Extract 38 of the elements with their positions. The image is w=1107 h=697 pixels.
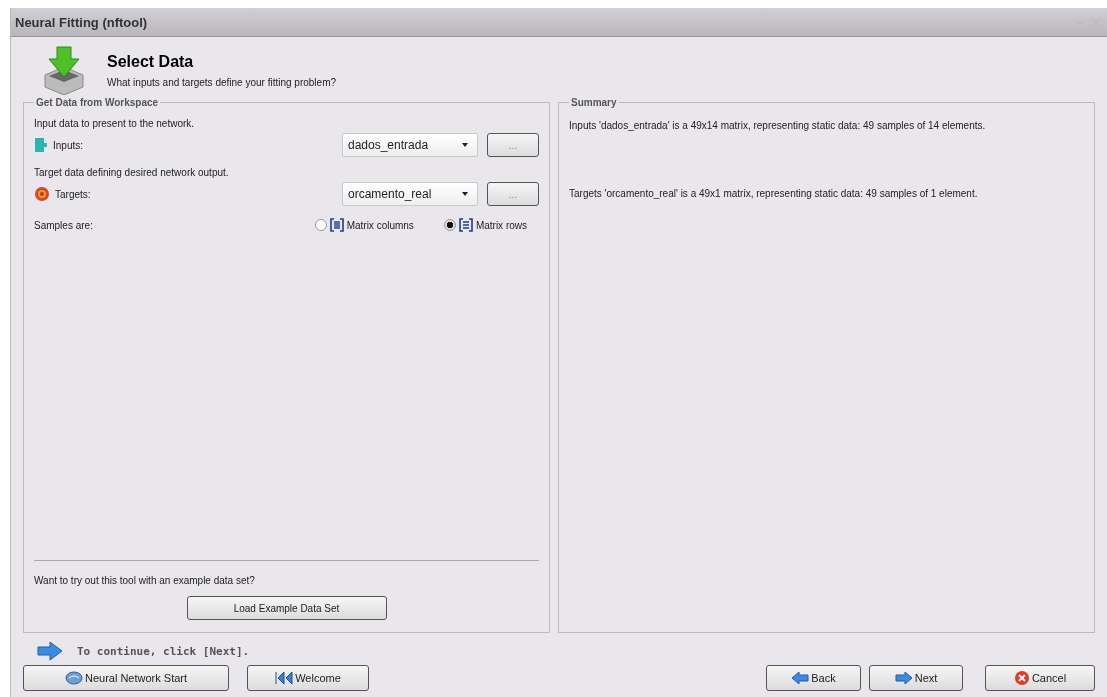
download-tray-icon <box>41 45 87 95</box>
field-label: Inputs: <box>53 139 84 151</box>
variable-dropdown[interactable]: orcamento_real <box>342 182 478 206</box>
right-arrow-icon <box>894 670 913 686</box>
skip-back-icon <box>275 670 294 686</box>
radio-button[interactable] <box>443 219 456 231</box>
panel-legend: Summary <box>569 97 619 108</box>
cancel-button[interactable]: Cancel <box>985 665 1095 691</box>
samples-label: Samples are: <box>34 219 93 231</box>
radio-button[interactable] <box>314 219 327 231</box>
left-arrow-icon <box>791 670 810 686</box>
rows-matrix-icon <box>458 218 473 232</box>
columns-matrix-icon <box>329 218 344 232</box>
page-subtitle: What inputs and targets define your fitting problem? <box>107 77 337 88</box>
radio-label: Matrix columns <box>346 219 414 231</box>
right-arrow-icon <box>37 641 63 661</box>
dropdown-caret-icon <box>461 191 469 197</box>
radio-label: Matrix rows <box>475 219 527 231</box>
hint-text: To continue, click [Next]. <box>77 644 250 658</box>
summary-text: Inputs 'dados_entrada' is a 49x14 matrix, representing static data: 49 samples of 14 elements. <box>569 120 987 131</box>
dropdown-caret-icon <box>461 142 469 148</box>
field-prompt: Target data defining desired network output. <box>34 167 230 178</box>
example-prompt: Want to try out this tool with an example data set? <box>34 575 256 586</box>
window-title: Neural Fitting (nftool) <box>15 14 148 30</box>
input-block-icon <box>34 137 48 153</box>
welcome-button[interactable]: Welcome <box>247 665 369 691</box>
summary-text: Targets 'orcamento_real' is a 49x1 matrix, representing static data: 49 samples of 1 element. <box>569 188 979 199</box>
field-prompt: Input data to present to the network. <box>34 118 196 129</box>
field-label: Targets: <box>55 188 91 200</box>
back-button[interactable]: Back <box>766 665 861 691</box>
page-title: Select Data <box>107 53 195 71</box>
panel-legend: Get Data from Workspace <box>34 97 161 108</box>
target-icon <box>34 186 50 202</box>
next-button[interactable]: Next <box>869 665 963 691</box>
start-button[interactable]: Neural Network Start <box>23 665 229 691</box>
cancel-icon <box>1013 670 1030 686</box>
variable-dropdown[interactable]: dados_entrada <box>342 133 478 157</box>
load-example-button[interactable]: Load Example Data Set <box>186 596 387 620</box>
